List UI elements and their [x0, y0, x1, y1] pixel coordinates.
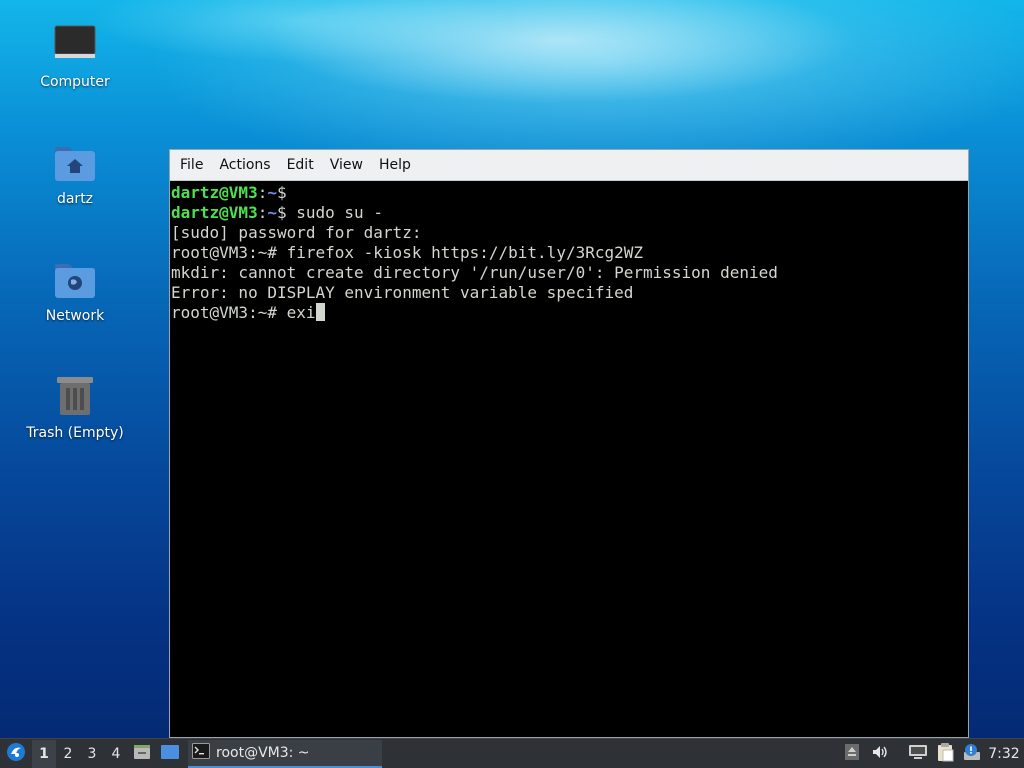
show-desktop-button[interactable] — [156, 740, 184, 768]
menu-edit[interactable]: Edit — [279, 157, 322, 173]
computer-icon — [51, 22, 99, 70]
prompt-path: ~ — [267, 183, 277, 202]
prompt-separator: : — [257, 203, 268, 222]
desktop-icon-network[interactable]: Network — [20, 256, 130, 324]
desktop-icon-home-folder[interactable]: dartz — [20, 139, 130, 207]
menu-actions[interactable]: Actions — [211, 157, 278, 173]
terminal-icon — [192, 742, 210, 764]
update-notification-icon — [962, 742, 982, 766]
terminal-menubar: File Actions Edit View Help — [170, 150, 968, 181]
tray-clipboard[interactable] — [932, 740, 958, 768]
workspace-3[interactable]: 3 — [80, 740, 104, 768]
prompt-user: dartz@VM3 — [171, 203, 258, 222]
clock[interactable]: 7:32 — [984, 740, 1024, 768]
taskbar: 1 2 3 4 root@VM3: ~ 7:32 — [0, 738, 1024, 768]
clipboard-icon — [935, 742, 955, 766]
desktop-icon-label: Trash (Empty) — [26, 425, 124, 441]
lubuntu-logo-icon — [6, 742, 26, 766]
terminal-line: [sudo] password for dartz: — [171, 223, 422, 242]
workspace-4[interactable]: 4 — [104, 740, 128, 768]
desktop-icon-label: Network — [45, 308, 105, 324]
desktop-icon — [160, 742, 180, 766]
terminal-line: mkdir: cannot create directory '/run/use… — [171, 263, 778, 282]
eject-icon — [844, 743, 860, 765]
network-folder-icon — [51, 256, 99, 304]
tray-network[interactable] — [906, 740, 930, 768]
terminal-window[interactable]: File Actions Edit View Help dartz@VM3:~$… — [169, 149, 969, 738]
network-icon — [908, 743, 928, 765]
app-menu-button[interactable] — [0, 740, 32, 768]
menu-help[interactable]: Help — [371, 157, 419, 173]
terminal-input-line[interactable]: root@VM3:~# exi — [171, 303, 967, 323]
desktop-icon-computer[interactable]: Computer — [20, 22, 130, 90]
tray-volume[interactable] — [868, 740, 892, 768]
command-text: $ sudo su - — [276, 203, 383, 222]
trash-icon — [51, 373, 99, 421]
file-manager-icon — [132, 742, 152, 766]
workspace-1[interactable]: 1 — [32, 739, 56, 768]
terminal-line: dartz@VM3:~$ — [171, 183, 967, 203]
workspace-2[interactable]: 2 — [56, 740, 80, 768]
task-label: root@VM3: ~ — [216, 744, 310, 761]
current-command: root@VM3:~# exi — [171, 303, 316, 322]
terminal-line: dartz@VM3:~$ sudo su - — [171, 203, 967, 223]
terminal-line: Error: no DISPLAY environment variable s… — [171, 283, 634, 302]
text-cursor — [315, 303, 325, 321]
terminal-line: root@VM3:~# firefox -kiosk https://bit.l… — [171, 243, 644, 262]
desktop-icon-label: Computer — [40, 74, 110, 90]
desktop-icon-label: dartz — [56, 191, 94, 207]
prompt-user: dartz@VM3 — [171, 183, 258, 202]
menu-file[interactable]: File — [172, 157, 211, 173]
tray-updates[interactable] — [960, 740, 984, 768]
home-folder-icon — [51, 139, 99, 187]
tray-eject[interactable] — [842, 740, 862, 768]
file-manager-launcher[interactable] — [128, 740, 156, 768]
prompt-separator: : — [257, 183, 268, 202]
prompt-path: ~ — [267, 203, 277, 222]
desktop-icon-trash[interactable]: Trash (Empty) — [20, 373, 130, 441]
menu-view[interactable]: View — [322, 157, 371, 173]
taskbar-task-terminal[interactable]: root@VM3: ~ — [188, 739, 382, 768]
desktop: Computer dartz Network Trash (Empty) Fil… — [0, 0, 1024, 738]
volume-icon — [871, 743, 889, 765]
terminal-output[interactable]: dartz@VM3:~$ dartz@VM3:~$ sudo su - [sudo]… — [170, 181, 968, 325]
prompt-rest: $ — [276, 183, 287, 202]
